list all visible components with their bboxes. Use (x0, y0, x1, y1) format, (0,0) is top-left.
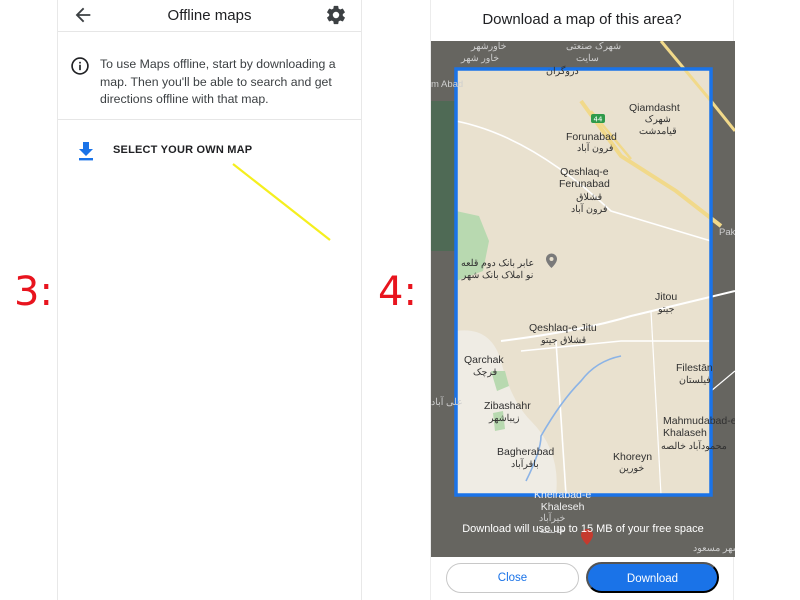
select-your-own-map-label: SELECT YOUR OWN MAP (113, 144, 253, 156)
map-label: فرون آباد (577, 143, 614, 154)
dialog-title: Download a map of this area? (482, 11, 682, 28)
map-label: شهرک صنعتی (566, 41, 622, 52)
map-label: Filestān (676, 362, 713, 374)
map-graphic: 44 (431, 41, 735, 557)
map-label: فیلستان (679, 375, 711, 386)
map-label: Kheirabad-e Khaleseh (534, 489, 592, 513)
offline-maps-screen: Offline maps To use Maps offline, start … (57, 0, 362, 600)
map-label: خاورشهر (471, 41, 507, 52)
page-title: Offline maps (167, 7, 252, 24)
map-view[interactable]: 44 خاورشهر شهرک صنعتی خاور شهر سایت دروگ… (431, 41, 735, 557)
storage-notice: Download will use up to 15 MB of your fr… (462, 523, 704, 535)
map-label: Bagherabad (497, 446, 555, 458)
map-label: Khoreyn (613, 451, 653, 463)
map-label: خاور شهر (461, 53, 500, 64)
map-label: قرچک (473, 367, 498, 378)
select-your-own-map-button[interactable]: SELECT YOUR OWN MAP (58, 130, 361, 172)
map-label: خورین (619, 463, 645, 474)
map-label: قشلاق جیتو (541, 335, 587, 346)
map-label: Qeshlaq-e Jitu (529, 322, 597, 334)
map-label: محمودآباد خالصه (661, 441, 727, 452)
map-label: m Abad (431, 79, 464, 90)
map-label: قشلاق فرون آباد (571, 192, 608, 215)
map-label: Forunabad (566, 131, 617, 143)
gear-icon[interactable] (325, 4, 347, 26)
offline-info-text: To use Maps offline, start by downloadin… (100, 57, 336, 106)
map-label: عابر بانک دوم قلعه نو املاک بانک شهر (461, 258, 535, 281)
map-label: شهرک قیامدشت (639, 114, 677, 137)
map-label: Zibashahr (484, 400, 531, 412)
info-icon (70, 56, 90, 76)
map-label: باقرآباد (511, 459, 539, 470)
divider (58, 119, 361, 120)
step-label-4: 4: (378, 269, 417, 315)
map-label: Qarchak (464, 354, 504, 366)
map-label: کاه شهر مسعود (693, 543, 735, 554)
map-label: Jitou (655, 291, 678, 303)
dialog-actions: Close Download (431, 562, 733, 594)
close-button[interactable]: Close (446, 563, 579, 593)
map-label: Qiamdasht (629, 102, 680, 114)
map-label: سایت (576, 53, 599, 64)
download-icon (76, 140, 96, 162)
map-label: Pak (719, 227, 735, 238)
step-label-3: 3: (14, 269, 53, 315)
svg-text:44: 44 (594, 116, 603, 124)
map-label: دروگران (546, 66, 579, 77)
download-button[interactable]: Download (586, 562, 719, 593)
download-map-dialog: Download a map of this area? 44 خاورشهر … (430, 0, 735, 600)
map-label: علی آباد (431, 397, 463, 408)
map-label: جیتو (658, 304, 675, 315)
map-label: Qeshlaq-e Ferunabad (559, 166, 610, 190)
map-label: زیباشهر (489, 413, 520, 424)
app-bar: Offline maps (58, 0, 361, 32)
map-label: Mahmudabad-e Khalaseh (663, 415, 735, 439)
